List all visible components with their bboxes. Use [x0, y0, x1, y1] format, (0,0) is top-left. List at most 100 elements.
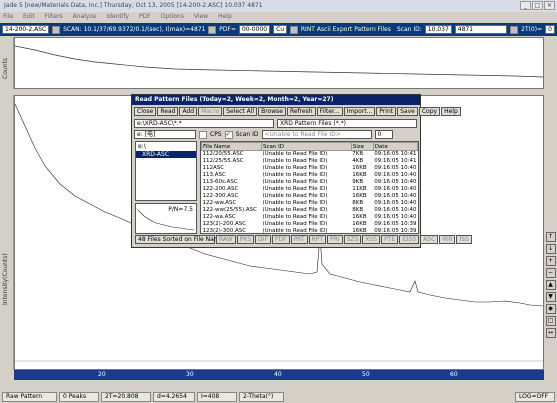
filetype-tab[interactable]: RPT: [308, 235, 327, 244]
close-dialog-button[interactable]: Close: [134, 107, 157, 116]
import-button[interactable]: Import...: [343, 107, 376, 116]
column-size[interactable]: Size: [350, 142, 374, 151]
table-row[interactable]: 122-300.ASC (Unable to Read File ID) 16KB 0…: [202, 193, 418, 200]
filetype-tab[interactable]: RAW: [216, 235, 236, 244]
print-button[interactable]: Print: [376, 107, 397, 116]
menu-file[interactable]: File: [3, 13, 13, 22]
count-field: 4871: [454, 25, 508, 34]
menu-analyze[interactable]: Analyze: [73, 13, 97, 22]
table-row[interactable]: 122-200.ASC (Unable to Read File ID) 11KB 0…: [202, 186, 418, 193]
refresh-button[interactable]: Refresh: [286, 107, 316, 116]
pdf-icon[interactable]: [208, 25, 217, 34]
menu-bar: File Edit Filters Analyze Identify PDF O…: [0, 12, 557, 23]
tool-icon-2[interactable]: ↓: [545, 244, 556, 254]
theta-input[interactable]: 0: [545, 25, 555, 34]
filetype-tab[interactable]: ISS: [456, 235, 472, 244]
add-button[interactable]: Add: [179, 107, 198, 116]
menu-identify[interactable]: Identify: [106, 13, 129, 22]
tool-icon-6[interactable]: ▼: [545, 292, 556, 302]
status-raw[interactable]: Raw Pattern: [2, 392, 57, 402]
table-row[interactable]: 122-ww.ASC (Unable to Read File ID) 8KB 09:…: [202, 200, 418, 207]
select-all-button[interactable]: Select All: [223, 107, 258, 116]
overview-pane[interactable]: [14, 37, 544, 89]
file-type-select[interactable]: XRD Pattern Files (*.*): [277, 119, 417, 128]
column-scan-id[interactable]: Scan ID: [260, 142, 352, 151]
scanid-input[interactable]: 10.037: [424, 25, 452, 34]
filetype-tab[interactable]: ASC: [420, 235, 439, 244]
menu-help[interactable]: Help: [218, 13, 232, 22]
status-d: d=4.2654: [153, 392, 195, 402]
table-row[interactable]: 113-60s.ASC (Unable to Read File ID) 9KB 09…: [202, 179, 418, 186]
file-name-cell: 122-300.ASC: [202, 193, 239, 199]
menu-edit[interactable]: Edit: [23, 13, 35, 22]
tool-icon-9[interactable]: ↔: [545, 328, 556, 338]
browse-button[interactable]: Browse: [258, 107, 286, 116]
find-field[interactable]: <Unable to Read File ID>: [261, 130, 372, 139]
tree-item-root[interactable]: e:\: [136, 142, 196, 151]
element-select[interactable]: Cu: [273, 25, 288, 34]
minimize-button[interactable]: _: [520, 1, 531, 10]
filter-button[interactable]: Filter...: [316, 107, 343, 116]
status-log[interactable]: LOG=OFF: [515, 392, 555, 402]
file-select[interactable]: 14-200-2.ASC: [2, 25, 50, 34]
tool-icon-1[interactable]: ↑: [545, 232, 556, 242]
filetype-tab[interactable]: PKS: [236, 235, 255, 244]
path-row: e:\XRD-ASC\*.* XRD Pattern Files (*.*): [132, 118, 420, 129]
tree-item-xrd-asc[interactable]: XRD-ASC: [136, 151, 196, 158]
folder-tree[interactable]: e:\ XRD-ASC: [135, 141, 197, 201]
menu-options[interactable]: Options: [161, 13, 184, 22]
table-row[interactable]: 122-wa.ASC (Unable to Read File ID) 16KB 09…: [202, 214, 418, 221]
zoom-icon[interactable]: [510, 25, 519, 34]
tool-icon-4[interactable]: −: [545, 268, 556, 278]
date-cell: 09:16:05 10:39: [374, 221, 417, 227]
table-row[interactable]: 112/25/55.ASC (Unable to Read File ID) 4KB…: [202, 158, 418, 165]
table-row[interactable]: 123(2)-200.ASC (Unable to Read File ID) 16…: [202, 221, 418, 228]
pdf-input[interactable]: 00-0000: [238, 25, 271, 34]
cps-checkbox[interactable]: [199, 130, 207, 139]
scanid-checkbox[interactable]: ✓: [224, 130, 233, 139]
tool-icon-3[interactable]: +: [545, 256, 556, 266]
filetype-tab[interactable]: XSS: [362, 235, 381, 244]
filetype-tab[interactable]: SZS: [343, 235, 362, 244]
tool-icon-8[interactable]: □: [545, 316, 556, 326]
read-button[interactable]: Read: [157, 107, 179, 116]
filetype-tab[interactable]: IDSS: [399, 235, 420, 244]
open-icon[interactable]: [52, 25, 61, 34]
menu-pdf[interactable]: PDF: [139, 13, 151, 22]
table-row[interactable]: 112/20/55.ASC (Unable to Read File ID) 7KB…: [202, 151, 418, 158]
window-titlebar: Jade 5 [new/Materials Data, Inc.] Thursd…: [0, 0, 557, 12]
date-cell: 09:16:05 10:40: [374, 200, 417, 206]
size-cell: 11KB: [352, 186, 367, 192]
save-button[interactable]: Save: [397, 107, 418, 116]
drive-select[interactable]: e: [电]: [134, 130, 196, 139]
export-icon[interactable]: [290, 25, 298, 34]
table-row[interactable]: 123(2)-300.ASC (Unable to Read File ID) 16…: [202, 228, 418, 234]
filetype-tab[interactable]: PDF: [271, 235, 290, 244]
tool-icon-5[interactable]: ▲: [545, 280, 556, 290]
close-button[interactable]: ✕: [544, 1, 555, 10]
filetype-tab[interactable]: DIF: [255, 235, 271, 244]
filetype-tab[interactable]: IRR: [439, 235, 456, 244]
menu-view[interactable]: View: [194, 13, 208, 22]
icon-bar: [0, 380, 557, 391]
column-file-name[interactable]: File Name: [201, 142, 262, 151]
table-row[interactable]: 113.ASC (Unable to Read File ID) 16KB 09:16…: [202, 172, 418, 179]
date-cell: 09:16:05 10:39: [374, 228, 417, 234]
help-button[interactable]: Help: [441, 107, 461, 116]
path-select[interactable]: e:\XRD-ASC\*.*: [134, 119, 274, 128]
file-list[interactable]: File Name Scan ID Size Date 112/20/55.AS…: [200, 141, 419, 234]
menu-filters[interactable]: Filters: [45, 13, 63, 22]
filetype-tab[interactable]: PTE: [381, 235, 399, 244]
size-cell: 9KB: [352, 179, 364, 185]
status-mode[interactable]: 2-Theta(°): [239, 392, 284, 402]
filetype-tab[interactable]: PRI: [327, 235, 343, 244]
maximize-button[interactable]: □: [532, 1, 543, 10]
table-row[interactable]: 122-ww(25/55).ASC (Unable to Read File ID…: [202, 207, 418, 214]
tool-icon-7[interactable]: ◆: [545, 304, 556, 314]
filetype-tab[interactable]: PRT: [290, 235, 308, 244]
copy-button[interactable]: Copy: [418, 107, 441, 116]
column-date[interactable]: Date: [372, 142, 418, 151]
table-row[interactable]: 112ASC (Unable to Read File ID) 16KB 09:16:…: [202, 165, 418, 172]
macro-button[interactable]: Macro: [198, 107, 223, 116]
status-2theta: 2T=20.808: [101, 392, 151, 402]
